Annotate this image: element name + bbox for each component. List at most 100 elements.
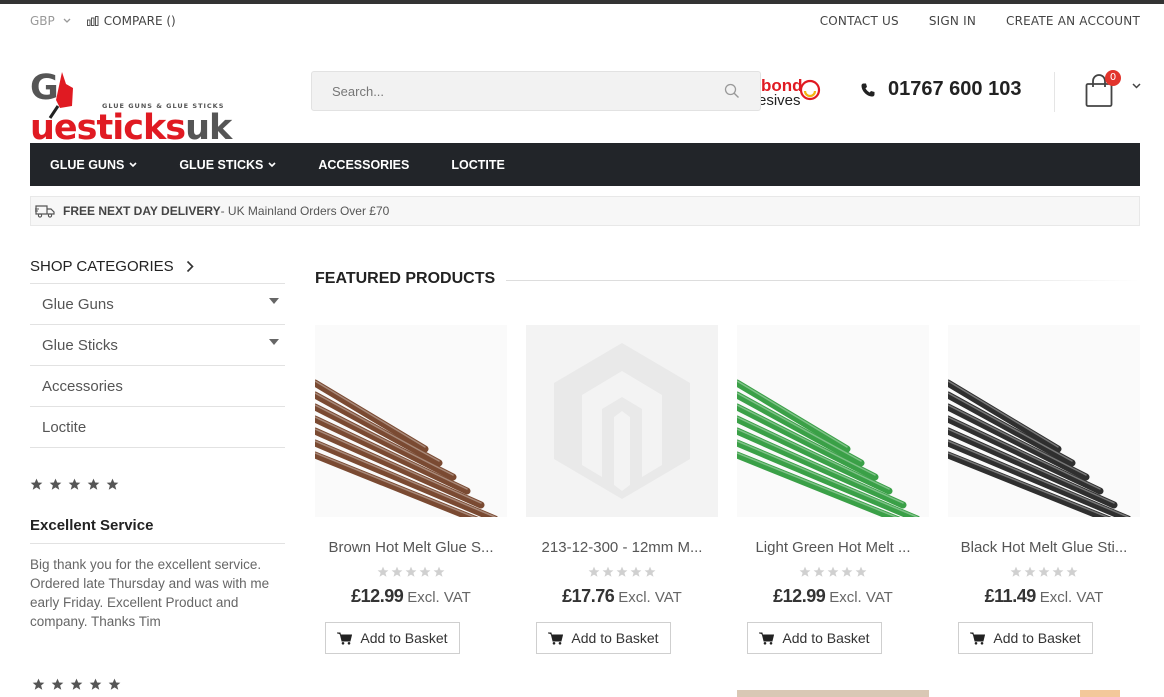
add-to-basket-button[interactable]: Add to Basket (536, 622, 671, 654)
rating-star-icon (405, 566, 417, 577)
compare-link[interactable]: COMPARE () (86, 14, 176, 28)
product-name[interactable]: Brown Hot Melt Glue S... (315, 539, 507, 556)
nav-item-label: ACCESSORIES (318, 157, 410, 172)
currency-switcher[interactable]: GBP (30, 14, 71, 28)
caret-down-icon[interactable] (269, 339, 279, 345)
review-title: Excellent Service (30, 517, 285, 544)
product-rating (948, 566, 1140, 578)
rating-star-icon (1052, 566, 1064, 577)
price-amount: £17.76 (562, 586, 615, 606)
nav-item-accessories[interactable]: ACCESSORIES (318, 158, 409, 172)
add-to-basket-button[interactable]: Add to Basket (958, 622, 1093, 654)
add-to-basket-label: Add to Basket (571, 630, 659, 646)
create-account-link[interactable]: CREATE AN ACCOUNT (1006, 14, 1140, 28)
star-icon (51, 678, 64, 690)
category-item-accessories[interactable]: Accessories (30, 366, 285, 407)
product-image[interactable] (948, 325, 1140, 517)
product-name[interactable]: Black Hot Melt Glue Sti... (948, 539, 1140, 556)
star-icon (49, 478, 62, 490)
add-to-basket-button[interactable]: Add to Basket (325, 622, 460, 654)
contact-us-link[interactable]: CONTACT US (820, 14, 899, 28)
shop-categories-heading[interactable]: SHOP CATEGORIES (30, 250, 285, 284)
logo-tagline: GLUE GUNS & GLUE STICKS (102, 102, 225, 110)
chevron-right-icon (186, 260, 194, 273)
rating-star-icon (419, 566, 431, 577)
sign-in-link[interactable]: SIGN IN (929, 14, 976, 28)
review-text: Big thank you for the excellent service.… (30, 557, 270, 629)
category-item-glue-guns[interactable]: Glue Guns (30, 284, 285, 325)
add-to-basket-label: Add to Basket (360, 630, 448, 646)
product-card[interactable]: 213-12-300 - 12mm M... £17.76 Excl. VAT Add… (526, 325, 718, 654)
search-icon[interactable] (724, 83, 740, 99)
product-price: £12.99 Excl. VAT (315, 586, 507, 607)
nav-item-label: GLUE STICKS (179, 157, 264, 172)
delivery-detail: - UK Mainland Orders Over £70 (220, 204, 390, 218)
product-image-peek (1080, 690, 1120, 697)
product-card[interactable]: Light Green Hot Melt ... £12.99 Excl. VAT A… (737, 325, 929, 654)
partner-brand-logo[interactable]: bond esives (761, 76, 821, 110)
category-list: Glue Guns Glue Sticks Accessories Loctit… (30, 284, 285, 448)
header-divider (1054, 72, 1055, 112)
rating-star-icon (616, 566, 628, 577)
nav-item-glue-sticks[interactable]: GLUE STICKS (179, 158, 276, 172)
category-item-loctite[interactable]: Loctite (30, 407, 285, 448)
price-amount: £12.99 (351, 586, 404, 606)
product-card[interactable]: Brown Hot Melt Glue S... £12.99 Excl. VAT A… (315, 325, 507, 654)
category-label: Loctite (42, 418, 87, 436)
price-amount: £11.49 (984, 586, 1037, 606)
account-links: CONTACT US SIGN IN CREATE AN ACCOUNT (820, 14, 1140, 28)
phone-icon (861, 83, 875, 96)
nav-item-loctite[interactable]: LOCTITE (451, 158, 504, 172)
shop-categories-title: SHOP CATEGORIES (30, 258, 174, 275)
cart-icon (548, 632, 564, 645)
rating-star-icon (1024, 566, 1036, 577)
partner-swirl-icon (799, 79, 821, 101)
product-price: £12.99 Excl. VAT (737, 586, 929, 607)
glue-sticks-image (737, 325, 929, 517)
search-input[interactable] (332, 83, 724, 99)
review-stars (32, 678, 121, 691)
product-image[interactable] (526, 325, 718, 517)
site-logo[interactable]: Guesticksuk GLUE GUNS & GLUE STICKS (30, 66, 256, 148)
rating-star-icon (602, 566, 614, 577)
product-rating (737, 566, 929, 578)
price-vat-note: Excl. VAT (1039, 589, 1104, 606)
star-icon (32, 678, 45, 690)
customer-review: Excellent Service Big thank you for the … (30, 478, 285, 631)
delivery-truck-icon (35, 205, 55, 218)
phone-number: 01767 600 103 (888, 78, 1022, 100)
placeholder-image-icon (526, 325, 718, 517)
product-name[interactable]: 213-12-300 - 12mm M... (526, 539, 718, 556)
cart-icon (759, 632, 775, 645)
mini-cart[interactable]: 0 (1082, 70, 1142, 110)
chevron-down-icon[interactable] (1132, 83, 1141, 89)
product-price: £17.76 Excl. VAT (526, 586, 718, 607)
price-vat-note: Excl. VAT (829, 589, 893, 606)
delivery-banner: FREE NEXT DAY DELIVERY - UK Mainland Ord… (30, 196, 1140, 226)
rating-star-icon (377, 566, 389, 577)
partner-brand-line2: esives (761, 92, 801, 109)
price-vat-note: Excl. VAT (618, 589, 682, 606)
star-icon (70, 678, 83, 690)
product-name[interactable]: Light Green Hot Melt ... (737, 539, 929, 556)
product-image[interactable] (737, 325, 929, 517)
glue-bottle-logo-icon (48, 72, 73, 119)
phone-contact[interactable]: 01767 600 103 (860, 78, 1021, 101)
product-card[interactable]: Black Hot Melt Glue Sti... £11.49 Excl. VA… (948, 325, 1140, 654)
rating-star-icon (813, 566, 825, 577)
add-to-basket-button[interactable]: Add to Basket (747, 622, 882, 654)
featured-products-heading: FEATURED PRODUCTS (315, 270, 496, 287)
search-bar (311, 71, 761, 111)
category-item-glue-sticks[interactable]: Glue Sticks (30, 325, 285, 366)
caret-down-icon[interactable] (269, 298, 279, 304)
product-rating (315, 566, 507, 578)
cart-icon (970, 632, 986, 645)
rating-star-icon (1010, 566, 1022, 577)
category-label: Accessories (42, 377, 123, 395)
product-image[interactable] (315, 325, 507, 517)
add-to-basket-label: Add to Basket (782, 630, 870, 646)
nav-item-glue-guns[interactable]: GLUE GUNS (50, 158, 137, 172)
rating-star-icon (433, 566, 445, 577)
product-image-peek (737, 690, 929, 697)
nav-item-label: GLUE GUNS (50, 157, 125, 172)
